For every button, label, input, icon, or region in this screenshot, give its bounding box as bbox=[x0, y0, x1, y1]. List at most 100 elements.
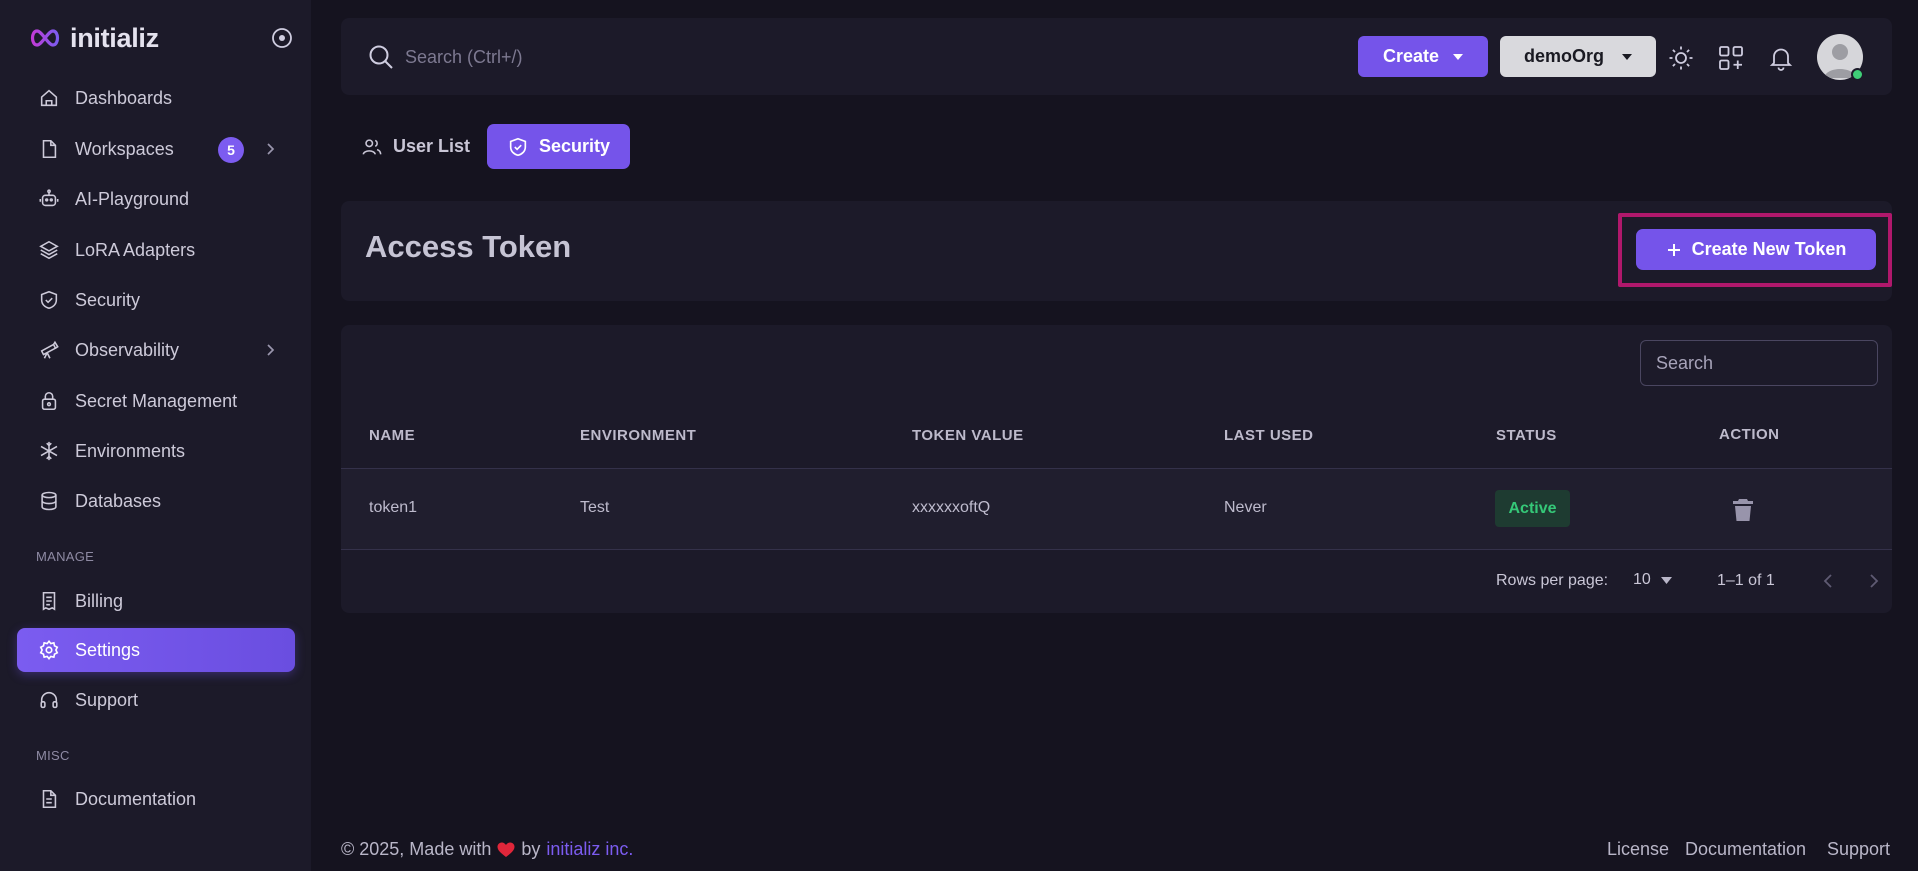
caret-down-icon bbox=[1453, 53, 1464, 60]
collapse-sidebar-icon[interactable] bbox=[270, 26, 294, 50]
gear-icon bbox=[37, 638, 61, 662]
sidebar-item-billing[interactable]: Billing bbox=[17, 579, 295, 623]
sidebar-item-label: Support bbox=[75, 689, 139, 710]
home-icon bbox=[37, 86, 61, 110]
topbar: Create demoOrg bbox=[341, 18, 1892, 95]
create-new-token-button[interactable]: Create New Token bbox=[1636, 229, 1876, 270]
org-selector-label: demoOrg bbox=[1523, 46, 1604, 66]
cell-token-value: xxxxxxoftQ bbox=[912, 499, 991, 516]
robot-icon bbox=[37, 187, 61, 211]
file-icon bbox=[37, 137, 61, 161]
cell-name: token1 bbox=[369, 499, 418, 516]
sidebar-item-label: LoRA Adapters bbox=[75, 239, 196, 260]
headphones-icon bbox=[37, 688, 61, 712]
brand-name: initializ bbox=[70, 22, 159, 53]
bell-icon[interactable] bbox=[1767, 44, 1795, 72]
page-title: Access Token bbox=[365, 229, 572, 264]
workspaces-count-badge: 5 bbox=[218, 137, 244, 163]
column-header-action: ACTION bbox=[1719, 426, 1780, 443]
table-search-input[interactable] bbox=[1640, 340, 1878, 386]
chevron-right-icon bbox=[260, 139, 280, 159]
users-icon bbox=[361, 136, 383, 158]
tab-label: Security bbox=[539, 136, 611, 156]
cell-last-used: Never bbox=[1224, 499, 1267, 516]
column-header-environment[interactable]: ENVIRONMENT bbox=[580, 427, 696, 444]
footer-link-documentation[interactable]: Documentation bbox=[1685, 839, 1806, 860]
sidebar-item-settings[interactable]: Settings bbox=[17, 628, 295, 672]
tab-label: User List bbox=[393, 136, 471, 156]
global-search-input[interactable] bbox=[405, 42, 805, 72]
sidebar-item-environments[interactable]: Environments bbox=[17, 429, 295, 473]
caret-down-icon bbox=[1622, 53, 1632, 60]
logo-icon bbox=[28, 27, 62, 49]
sidebar-item-support[interactable]: Support bbox=[17, 678, 295, 722]
rows-per-page-select[interactable]: 10 bbox=[1633, 571, 1672, 589]
sidebar-item-label: Environments bbox=[75, 440, 186, 461]
sidebar-item-databases[interactable]: Databases bbox=[17, 479, 295, 523]
telescope-icon bbox=[37, 338, 61, 362]
create-new-token-label: Create New Token bbox=[1691, 239, 1847, 259]
chevron-right-icon[interactable] bbox=[1863, 571, 1883, 591]
org-selector[interactable]: demoOrg bbox=[1500, 36, 1656, 77]
sun-icon[interactable] bbox=[1667, 44, 1695, 72]
sidebar-item-security[interactable]: Security bbox=[17, 278, 295, 322]
create-button[interactable]: Create bbox=[1358, 36, 1488, 77]
sidebar-item-dashboards[interactable]: Dashboards bbox=[17, 76, 295, 120]
create-button-label: Create bbox=[1382, 46, 1440, 66]
sidebar-item-ai-playground[interactable]: AI-Playground bbox=[17, 177, 295, 221]
brand[interactable]: initializ bbox=[28, 20, 159, 56]
sidebar-item-label: Documentation bbox=[75, 788, 197, 809]
sidebar-item-workspaces[interactable]: Workspaces 5 bbox=[17, 127, 295, 171]
column-header-last-used[interactable]: LAST USED bbox=[1224, 427, 1314, 444]
database-icon bbox=[37, 489, 61, 513]
sidebar-item-label: AI-Playground bbox=[75, 188, 190, 209]
column-header-token-value[interactable]: TOKEN VALUE bbox=[912, 427, 1024, 444]
sidebar-item-label: Settings bbox=[75, 639, 141, 660]
sidebar-item-label: Billing bbox=[75, 590, 124, 611]
pagination-range: 1–1 of 1 bbox=[1717, 572, 1775, 589]
receipt-icon bbox=[37, 589, 61, 613]
copyright-text: © 2025, Made with bbox=[341, 839, 492, 859]
snowflake-icon bbox=[37, 439, 61, 463]
online-status-dot bbox=[1851, 68, 1864, 81]
sidebar-item-observability[interactable]: Observability bbox=[17, 328, 295, 372]
document-icon bbox=[37, 787, 61, 811]
tab-user-list[interactable]: User List bbox=[341, 124, 490, 169]
tab-security[interactable]: Security bbox=[487, 124, 631, 169]
sidebar-item-label: Secret Management bbox=[75, 390, 238, 411]
footer-link-license[interactable]: License bbox=[1607, 839, 1669, 860]
layers-icon bbox=[37, 238, 61, 262]
heart-icon bbox=[497, 842, 515, 858]
column-header-status[interactable]: STATUS bbox=[1496, 427, 1557, 444]
rows-per-page-value: 10 bbox=[1633, 571, 1651, 588]
sidebar-item-label: Observability bbox=[75, 339, 180, 360]
sidebar-item-lora-adapters[interactable]: LoRA Adapters bbox=[17, 228, 295, 272]
apps-grid-icon[interactable] bbox=[1717, 44, 1745, 72]
sidebar: initializ Dashboards Workspaces 5 AI-Pla… bbox=[0, 0, 311, 871]
chevron-right-icon bbox=[260, 340, 280, 360]
shield-check-icon bbox=[507, 136, 529, 158]
sidebar-item-documentation[interactable]: Documentation bbox=[17, 777, 295, 821]
table-row[interactable]: token1 Test xxxxxxoftQ Never Active bbox=[341, 468, 1892, 550]
lock-icon bbox=[37, 389, 61, 413]
company-link[interactable]: initializ inc. bbox=[546, 839, 633, 860]
status-badge: Active bbox=[1495, 490, 1570, 527]
chevron-left-icon[interactable] bbox=[1819, 571, 1839, 591]
access-token-header: Access Token Create New Token bbox=[341, 201, 1892, 301]
section-label-manage: MANAGE bbox=[36, 549, 95, 564]
column-header-name[interactable]: NAME bbox=[369, 427, 415, 444]
plus-icon bbox=[1666, 242, 1682, 258]
cell-environment: Test bbox=[580, 499, 610, 516]
trash-icon[interactable] bbox=[1731, 497, 1755, 523]
by-text: by bbox=[521, 839, 541, 859]
footer-link-support[interactable]: Support bbox=[1827, 839, 1890, 860]
footer-copyright: © 2025, Made with by initializ inc. bbox=[341, 839, 633, 860]
rows-per-page-label: Rows per page: bbox=[1496, 572, 1609, 589]
caret-down-icon bbox=[1660, 576, 1672, 584]
sidebar-item-label: Databases bbox=[75, 490, 162, 511]
sidebar-item-secret-management[interactable]: Secret Management bbox=[17, 379, 295, 423]
sidebar-item-label: Dashboards bbox=[75, 87, 173, 108]
section-label-misc: MISC bbox=[36, 748, 70, 763]
search-icon bbox=[367, 43, 395, 71]
token-table-card: NAME ENVIRONMENT TOKEN VALUE LAST USED S… bbox=[341, 325, 1892, 613]
